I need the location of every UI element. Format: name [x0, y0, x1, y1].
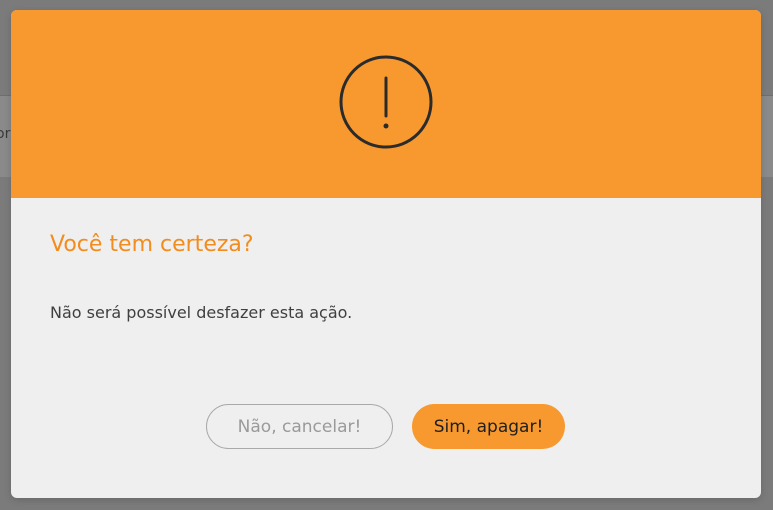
dialog-header	[11, 10, 761, 198]
cancel-button[interactable]: Não, cancelar!	[206, 404, 393, 449]
confirm-dialog: Você tem certeza? Não será possível desf…	[11, 10, 761, 498]
confirm-delete-button[interactable]: Sim, apagar!	[412, 404, 565, 449]
exclamation-circle-icon	[339, 55, 433, 149]
dialog-message: Não será possível desfazer esta ação.	[50, 303, 353, 322]
background-text-fragment: or	[0, 126, 11, 142]
dialog-title: Você tem certeza?	[50, 232, 254, 257]
